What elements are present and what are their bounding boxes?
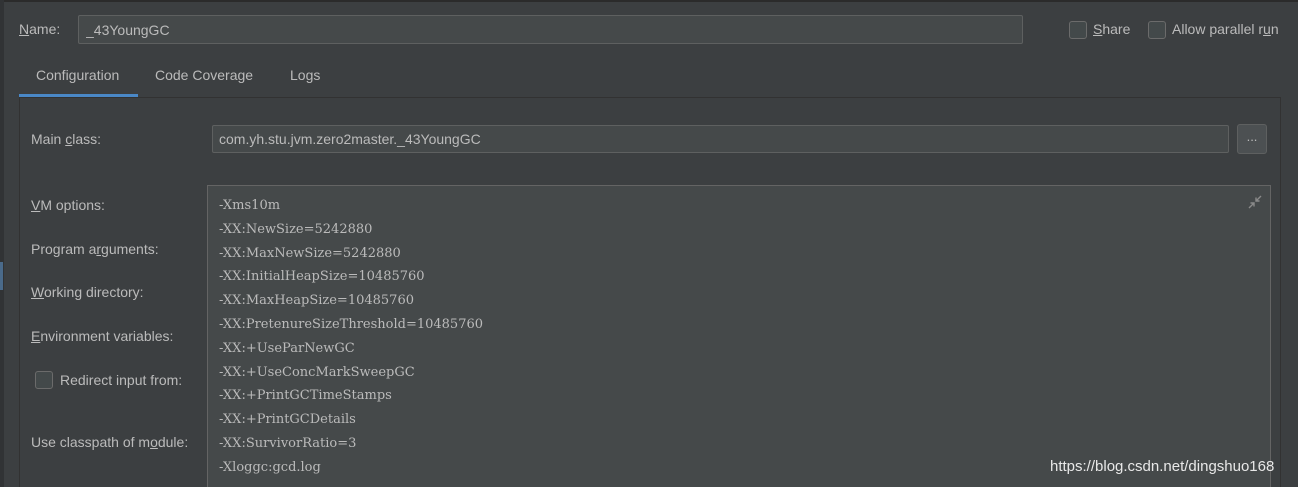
vm-option-line: -XX:InitialHeapSize=10485760: [219, 269, 425, 285]
vm-option-line: -XX:+UseConcMarkSweepGC: [219, 364, 415, 380]
redirect-input-checkbox[interactable]: [35, 371, 53, 389]
working-directory-label: Working directory:: [31, 284, 144, 300]
vm-option-line: -XX:+UseParNewGC: [219, 340, 355, 356]
allow-parallel-run-label[interactable]: Allow parallel run: [1172, 21, 1279, 37]
tab-logs[interactable]: Logs: [290, 67, 320, 97]
vm-options-textarea[interactable]: -Xms10m -XX:NewSize=5242880 -XX:MaxNewSi…: [207, 185, 1271, 487]
share-checkbox[interactable]: [1069, 21, 1087, 39]
main-class-label: Main class:: [31, 131, 102, 147]
vm-options-label: VM options:: [31, 197, 105, 213]
allow-parallel-run-checkbox[interactable]: [1148, 21, 1166, 39]
top-border: [0, 0, 1298, 2]
use-classpath-label: Use classpath of module:: [31, 434, 189, 450]
main-class-input[interactable]: [212, 125, 1229, 153]
program-arguments-label: Program arguments:: [31, 241, 159, 257]
vm-option-line: -Xms10m: [219, 198, 281, 213]
name-label-rest: ame:: [29, 21, 61, 37]
tab-configuration[interactable]: Configuration: [36, 67, 119, 97]
vm-option-line: -XX:+PrintGCTimeStamps: [219, 388, 392, 404]
name-label: Name:: [19, 21, 61, 37]
vm-option-line: -XX:PretenureSizeThreshold=10485760: [219, 316, 484, 332]
environment-variables-label: Environment variables:: [31, 328, 174, 344]
watermark: https://blog.csdn.net/dingshuo168: [1050, 458, 1275, 475]
vm-option-line: -XX:NewSize=5242880: [219, 221, 373, 237]
browse-main-class-button[interactable]: ...: [1237, 124, 1267, 154]
vm-option-line: -XX:+PrintGCDetails: [219, 412, 356, 428]
name-input[interactable]: [78, 15, 1023, 44]
left-gutter: [0, 0, 4, 487]
tab-code-coverage[interactable]: Code Coverage: [155, 67, 253, 97]
vm-option-line: -XX:MaxNewSize=5242880: [219, 245, 401, 261]
vm-option-line: -XX:MaxHeapSize=10485760: [219, 293, 414, 309]
vm-option-line: -XX:SurvivorRatio=3: [219, 435, 357, 451]
left-gutter-marker: [0, 262, 3, 290]
redirect-input-label[interactable]: Redirect input from:: [60, 372, 182, 388]
share-label[interactable]: Share: [1093, 21, 1130, 37]
collapse-editor-icon[interactable]: [1248, 195, 1262, 209]
